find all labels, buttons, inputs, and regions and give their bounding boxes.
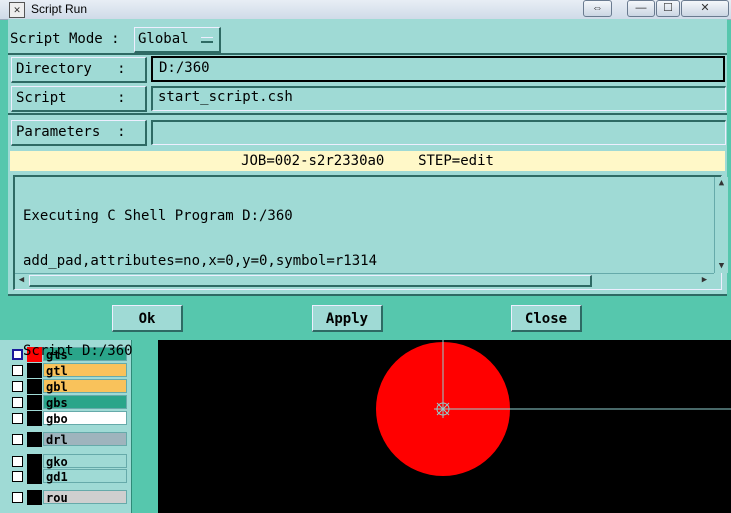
layer-checkbox[interactable]: [12, 456, 23, 467]
scroll-right-icon[interactable]: ▶: [699, 275, 710, 286]
separator: [8, 53, 727, 55]
layer-name[interactable]: gbs: [43, 395, 127, 410]
layer-color-swatch[interactable]: [27, 411, 42, 426]
layer-color-swatch[interactable]: [27, 432, 42, 447]
layer-checkbox[interactable]: [12, 365, 23, 376]
apply-button[interactable]: Apply: [312, 305, 383, 332]
button-bar: Ok Apply Close: [8, 294, 727, 338]
scroll-up-icon[interactable]: ▲: [716, 178, 727, 189]
directory-value: D:/360: [159, 60, 210, 76]
layer-checkbox[interactable]: [12, 492, 23, 503]
script-button[interactable]: Script :: [11, 86, 147, 112]
layer-row[interactable]: drl: [10, 432, 128, 447]
layer-name[interactable]: rou: [43, 490, 127, 505]
layer-name[interactable]: gbo: [43, 411, 127, 426]
layer-checkbox[interactable]: [12, 349, 23, 360]
console-line: Script D:/360: [23, 343, 133, 359]
horizontal-scrollbar[interactable]: ◀ ▶: [15, 273, 714, 287]
minimize-button[interactable]: —: [627, 0, 655, 17]
parameters-label: Parameters :: [16, 124, 126, 140]
directory-button[interactable]: Directory :: [11, 57, 147, 83]
layer-color-swatch[interactable]: [27, 454, 42, 469]
layer-checkbox[interactable]: [12, 434, 23, 445]
layer-color-swatch[interactable]: [27, 490, 42, 505]
job-status-text: JOB=002-s2r2330a0 STEP=edit: [241, 153, 494, 169]
scroll-down-icon[interactable]: ▼: [716, 261, 727, 272]
layer-name[interactable]: drl: [43, 432, 127, 447]
scroll-left-icon[interactable]: ◀: [16, 275, 27, 286]
close-button[interactable]: Close: [511, 305, 582, 332]
window-title: Script Run: [31, 2, 88, 16]
script-mode-dropdown[interactable]: Global: [134, 27, 221, 53]
dropdown-indicator-icon: [201, 37, 213, 43]
restore-button[interactable]: ⇔: [583, 0, 612, 17]
title-bar[interactable]: ✕ Script Run ⇔ — ☐ ✕: [0, 0, 731, 20]
script-mode-value: Global: [138, 31, 189, 47]
script-mode-label: Script Mode :: [10, 31, 120, 47]
separator: [8, 113, 727, 115]
vertical-scrollbar[interactable]: ▲ ▼: [714, 177, 728, 273]
close-window-button[interactable]: ✕: [681, 0, 729, 17]
layer-checkbox[interactable]: [12, 397, 23, 408]
scroll-thumb[interactable]: [29, 275, 592, 287]
parameters-button[interactable]: Parameters :: [11, 120, 147, 146]
layer-checkbox[interactable]: [12, 381, 23, 392]
script-run-window: ✕ Script Run ⇔ — ☐ ✕ Script Mode : Globa…: [0, 0, 731, 359]
script-field[interactable]: start_script.csh: [151, 86, 726, 111]
layer-row[interactable]: gbs: [10, 395, 128, 410]
layer-row[interactable]: gko: [10, 454, 128, 469]
layer-row[interactable]: rou: [10, 490, 128, 505]
console-line: add_pad,attributes=no,x=0,y=0,symbol=r13…: [23, 253, 378, 269]
dialog-body: Script Mode : Global Directory : D:/360 …: [8, 19, 728, 359]
job-status-bar: JOB=002-s2r2330a0 STEP=edit: [10, 151, 725, 171]
layer-row[interactable]: gbo: [10, 411, 128, 426]
ok-button[interactable]: Ok: [112, 305, 183, 332]
layer-row[interactable]: gd1: [10, 469, 128, 484]
layer-checkbox[interactable]: [12, 471, 23, 482]
directory-label: Directory :: [16, 61, 126, 77]
maximize-button[interactable]: ☐: [656, 0, 680, 17]
layer-checkbox[interactable]: [12, 413, 23, 424]
script-value: start_script.csh: [158, 89, 293, 105]
layer-color-swatch[interactable]: [27, 395, 42, 410]
script-label: Script :: [16, 90, 126, 106]
layer-name[interactable]: gd1: [43, 469, 127, 484]
parameters-field[interactable]: [151, 120, 726, 145]
layer-color-swatch[interactable]: [27, 469, 42, 484]
output-console[interactable]: Executing C Shell Program D:/360 add_pad…: [13, 175, 728, 359]
directory-field[interactable]: D:/360: [151, 56, 725, 82]
app-icon: ✕: [9, 2, 25, 18]
console-line: Executing C Shell Program D:/360: [23, 208, 293, 224]
layer-name[interactable]: gko: [43, 454, 127, 469]
